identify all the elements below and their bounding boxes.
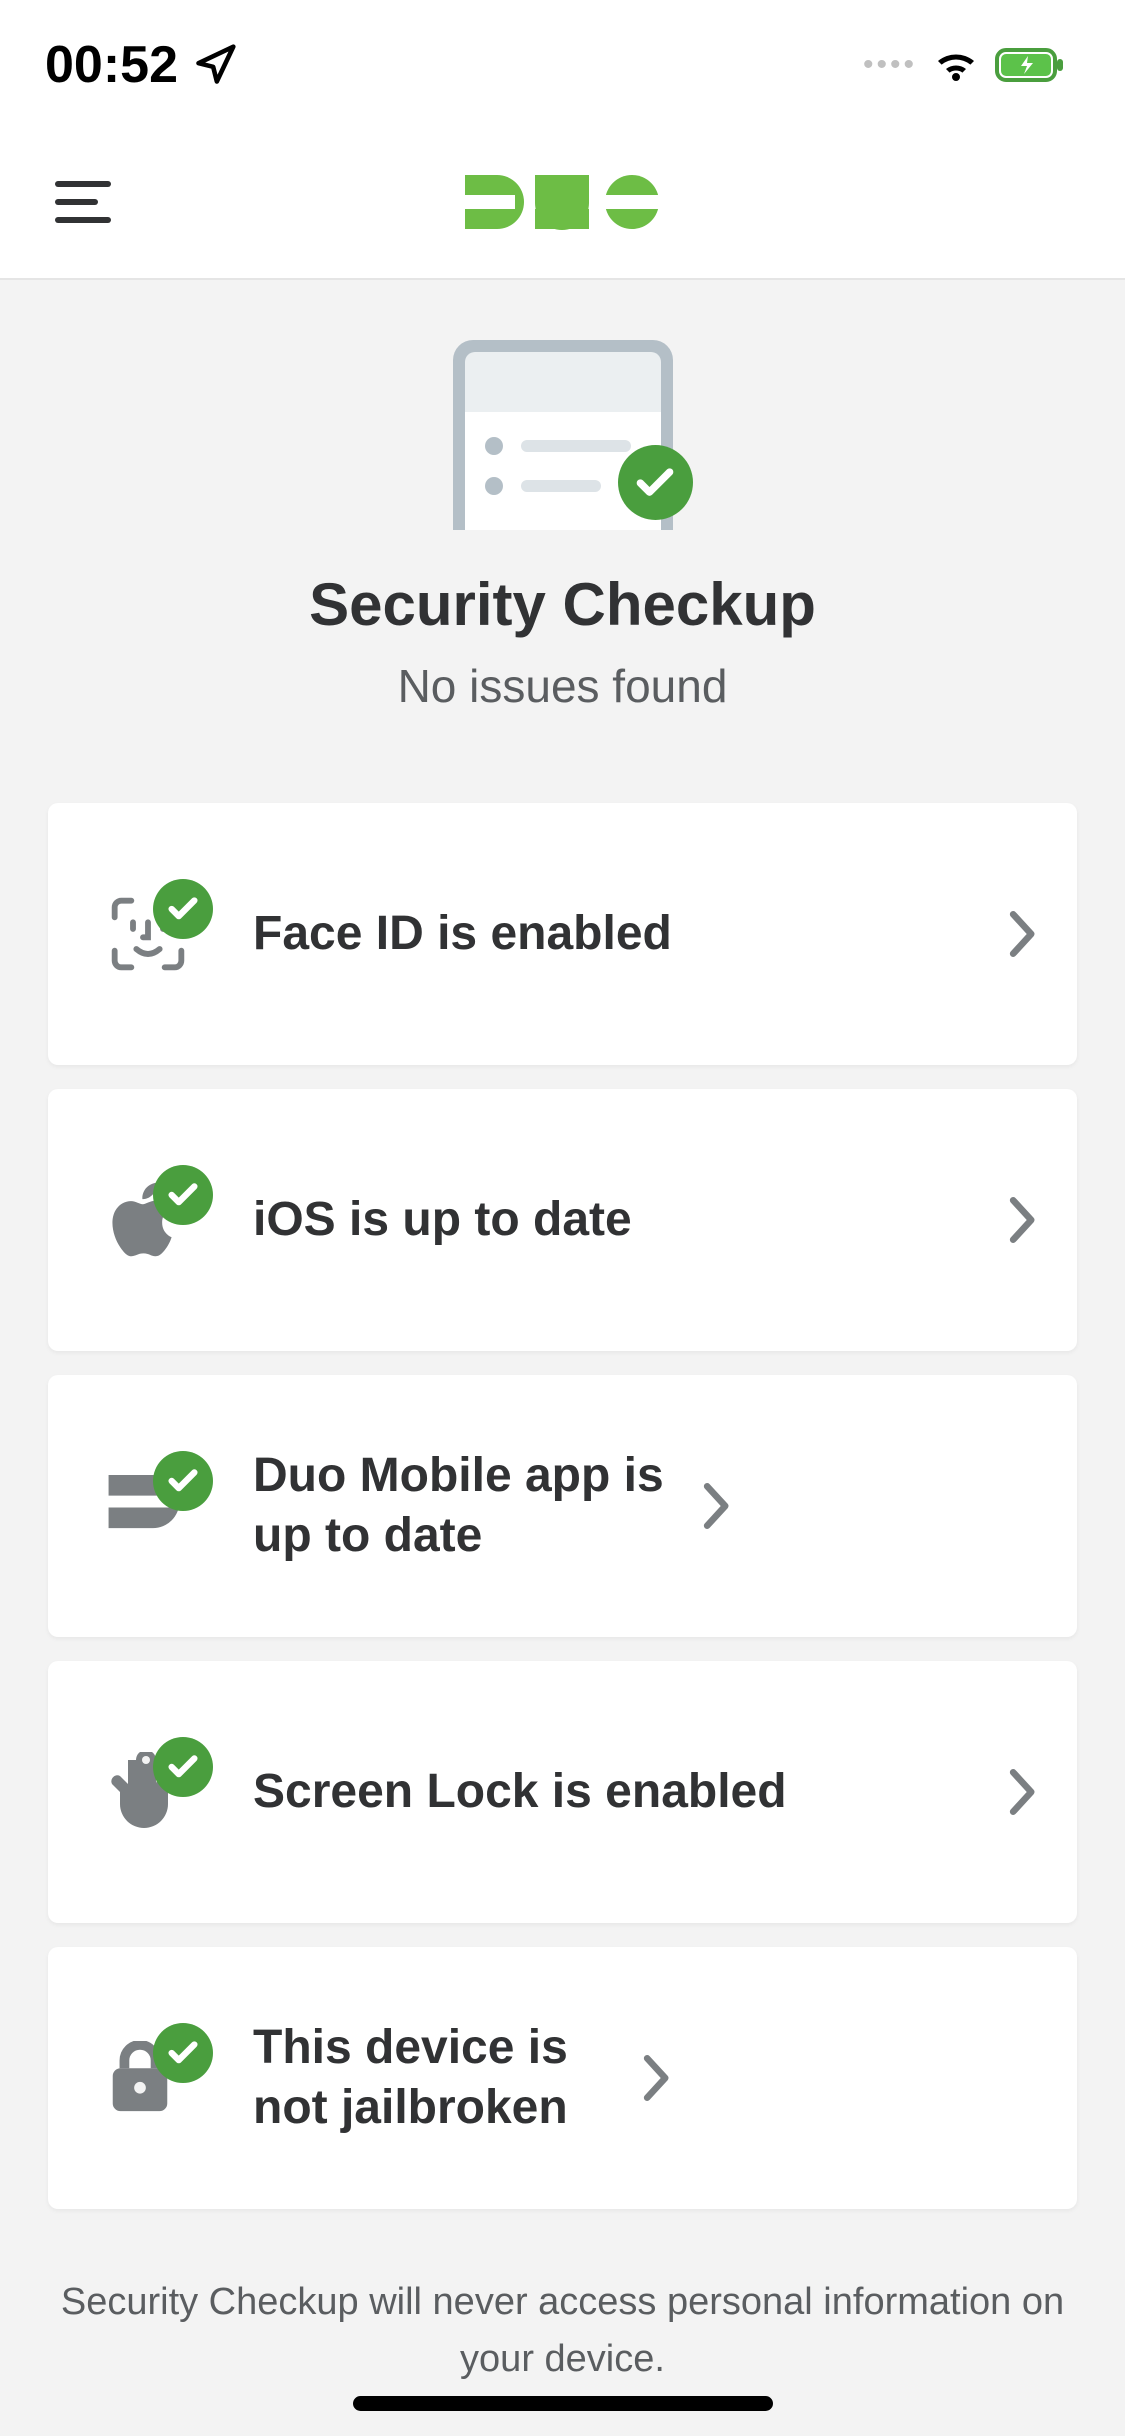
security-item-faceid[interactable]: Face ID is enabled [48,803,1077,1065]
chevron-right-icon [1009,1197,1037,1243]
security-item-screenlock[interactable]: Screen Lock is enabled [48,1661,1077,1923]
chevron-right-icon [703,1483,731,1529]
duo-logo-icon [465,175,660,233]
status-time: 00:52 [45,35,237,95]
battery-charging-icon [995,46,1065,84]
card-icon-wrap [108,2028,223,2128]
check-badge-icon [153,1451,213,1511]
status-bar: 00:52 •••• [0,0,1125,130]
chevron-right-icon [643,2055,671,2101]
security-item-ios[interactable]: iOS is up to date [48,1089,1077,1351]
duo-logo [465,175,660,233]
card-icon-wrap [108,1456,223,1556]
security-items-list: Face ID is enabled iOS is up to date Duo… [0,763,1125,2209]
card-icon-wrap [108,884,223,984]
status-right: •••• [863,45,1065,85]
check-badge-icon [618,445,693,520]
location-icon [193,43,237,87]
wifi-icon [932,45,980,85]
page-title: Security Checkup [309,570,816,639]
chevron-right-icon [1009,911,1037,957]
security-item-jailbreak[interactable]: This device is not jailbroken [48,1947,1077,2209]
page-subtitle: No issues found [398,659,728,713]
security-item-duo-app[interactable]: Duo Mobile app is up to date [48,1375,1077,1637]
check-badge-icon [153,1165,213,1225]
signal-dots-icon: •••• [863,48,917,82]
hamburger-icon [55,180,111,224]
app-header [0,130,1125,280]
card-label: iOS is up to date [223,1190,1009,1250]
card-icon-wrap [108,1170,223,1270]
check-badge-icon [153,879,213,939]
hero-section: Security Checkup No issues found [0,280,1125,763]
check-badge-icon [153,1737,213,1797]
card-icon-wrap [108,1742,223,1842]
card-label: Duo Mobile app is up to date [223,1446,703,1566]
menu-button[interactable] [55,180,111,229]
card-label: Screen Lock is enabled [223,1762,1009,1822]
footer-text: Security Checkup will never access perso… [0,2209,1125,2388]
clock-time: 00:52 [45,35,178,95]
check-badge-icon [153,2023,213,2083]
card-label: This device is not jailbroken [223,2018,643,2138]
card-label: Face ID is enabled [223,904,1009,964]
chevron-right-icon [1009,1769,1037,1815]
home-indicator[interactable] [353,2396,773,2411]
hero-illustration [453,340,673,530]
